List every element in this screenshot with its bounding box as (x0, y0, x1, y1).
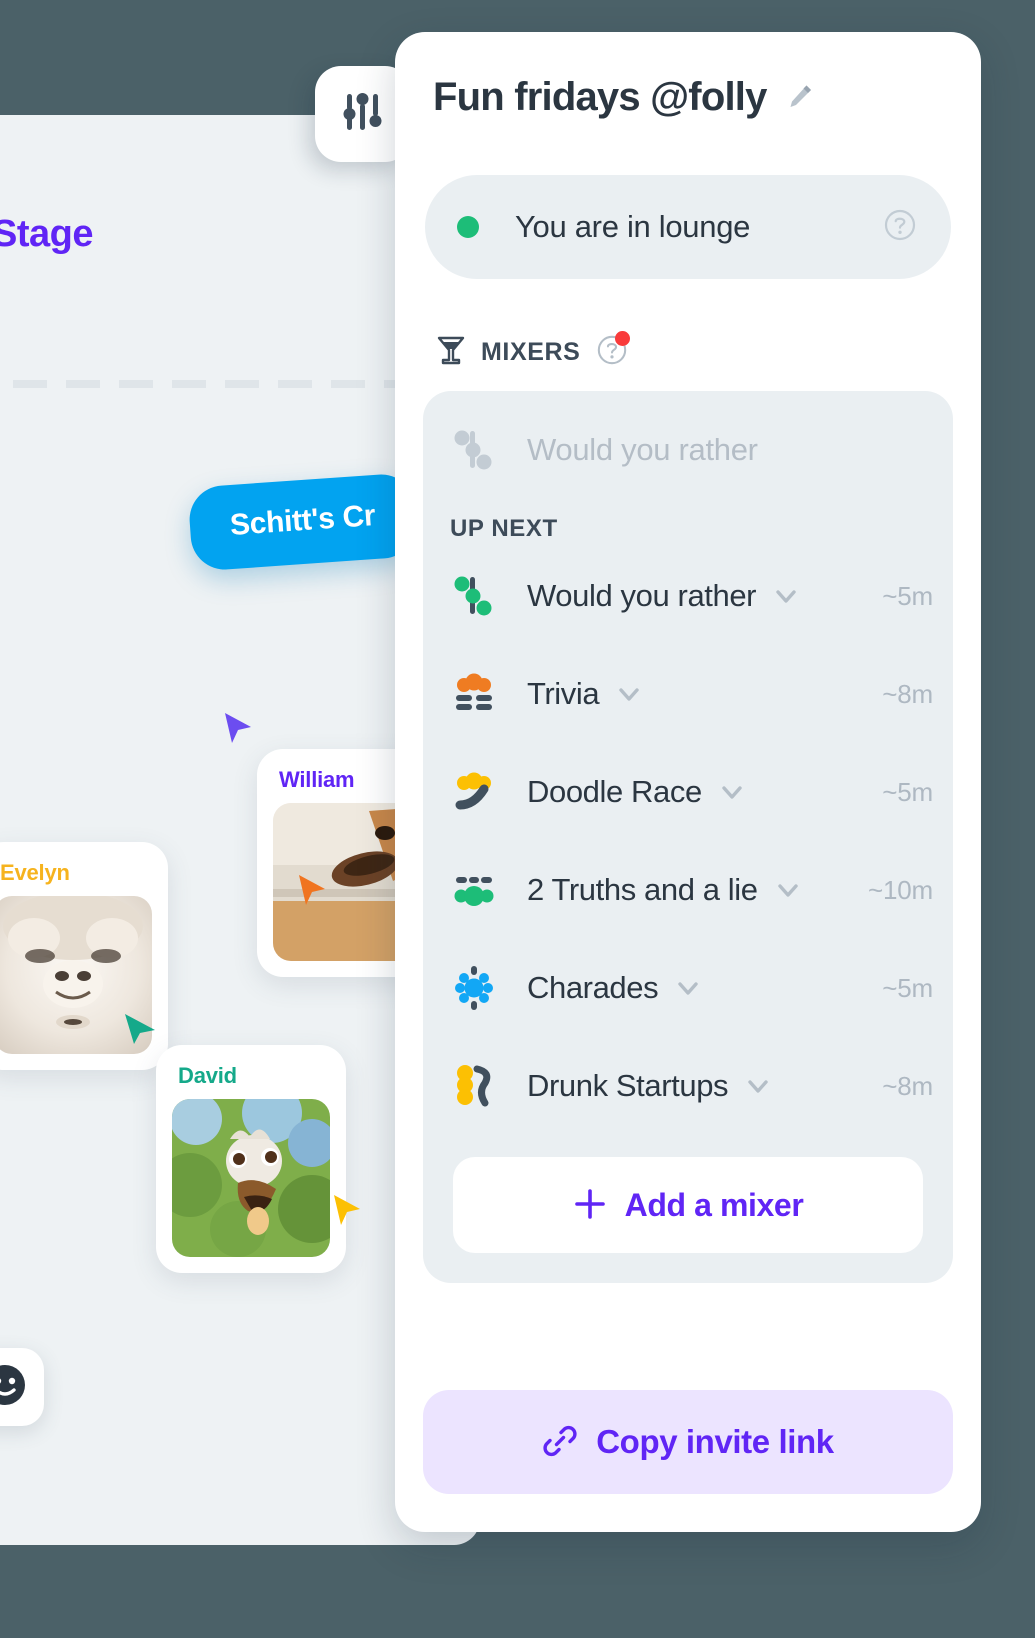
emoji-picker-button[interactable] (0, 1348, 44, 1426)
participant-name: Evelyn (0, 860, 70, 885)
mixer-row[interactable]: Trivia ~8m (423, 645, 953, 743)
mixer-duration: ~5m (882, 972, 933, 1003)
panel-title: Fun fridays @folly (433, 74, 767, 119)
participant-avatar (172, 1099, 330, 1257)
add-mixer-button[interactable]: Add a mixer (453, 1157, 923, 1253)
chevron-down-icon[interactable] (774, 876, 802, 904)
mixer-duration: ~10m (868, 874, 933, 905)
mixer-row[interactable]: Doodle Race ~5m (423, 743, 953, 841)
mixers-heading-label: MIXERS (481, 338, 581, 366)
sliders-icon (339, 88, 387, 141)
mixer-name: Trivia (527, 676, 600, 711)
mixer-duration: ~5m (882, 776, 933, 807)
mixers-help-button[interactable] (596, 331, 631, 371)
mixers-panel: Would you rather UP NEXT Would you rathe… (423, 391, 953, 1283)
doodle-race-icon (451, 769, 497, 815)
smiley-face-icon (0, 1363, 27, 1412)
link-icon (542, 1423, 578, 1462)
pencil-icon[interactable] (785, 82, 815, 112)
mixer-name: 2 Truths and a lie (527, 872, 758, 907)
chevron-down-icon[interactable] (674, 974, 702, 1002)
mixer-row[interactable]: Drunk Startups ~8m (423, 1037, 953, 1135)
topic-pill[interactable]: Schitt's Cr (187, 472, 419, 572)
lounge-status-label: You are in lounge (515, 209, 751, 244)
mixer-name: Charades (527, 970, 659, 1005)
mixer-duration: ~8m (882, 678, 933, 709)
mixer-duration: ~5m (882, 580, 933, 611)
charades-icon (451, 965, 497, 1011)
would-you-rather-icon (451, 573, 497, 619)
panel-header: Fun fridays @folly (395, 32, 981, 162)
add-mixer-label: Add a mixer (624, 1186, 804, 1223)
two-truths-icon (451, 867, 497, 913)
lounge-help-icon[interactable] (883, 208, 917, 247)
up-next-label: UP NEXT (450, 515, 558, 542)
purple-cursor-icon (223, 711, 253, 750)
copy-invite-label: Copy invite link (596, 1423, 834, 1460)
trivia-icon (451, 671, 497, 717)
copy-invite-link-button[interactable]: Copy invite link (423, 1390, 953, 1494)
status-dot (457, 216, 479, 238)
mixer-row[interactable]: 2 Truths and a lie ~10m (423, 841, 953, 939)
participant-card-david[interactable]: David (156, 1045, 346, 1273)
mixer-row[interactable]: Would you rather ~5m (423, 547, 953, 645)
would-you-rather-icon (451, 427, 497, 473)
mixers-heading: MIXERS (437, 331, 981, 371)
mixer-duration: ~8m (882, 1070, 933, 1101)
chevron-down-icon[interactable] (718, 778, 746, 806)
lounge-status-pill: You are in lounge (425, 175, 951, 279)
teal-cursor-icon (123, 1012, 157, 1051)
mixer-name: Would you rather (527, 578, 757, 613)
chevron-down-icon[interactable] (744, 1072, 772, 1100)
mixers-side-panel: Fun fridays @folly You are in lounge MIX… (395, 32, 981, 1532)
yellow-cursor-icon (332, 1193, 362, 1232)
chevron-down-icon[interactable] (772, 582, 800, 610)
current-mixer-label: Would you rather (527, 432, 758, 467)
mixer-name: Drunk Startups (527, 1068, 729, 1103)
orange-cursor-icon (297, 873, 327, 912)
stage-title: Stage (0, 213, 93, 255)
cocktail-glass-icon (437, 335, 465, 370)
mixer-row[interactable]: Charades ~5m (423, 939, 953, 1037)
mixer-name: Doodle Race (527, 774, 702, 809)
drunk-startups-icon (451, 1063, 497, 1109)
current-mixer-row[interactable]: Would you rather (423, 413, 953, 487)
plus-icon (573, 1187, 607, 1224)
chevron-down-icon[interactable] (615, 680, 643, 708)
participant-name: David (178, 1063, 237, 1088)
